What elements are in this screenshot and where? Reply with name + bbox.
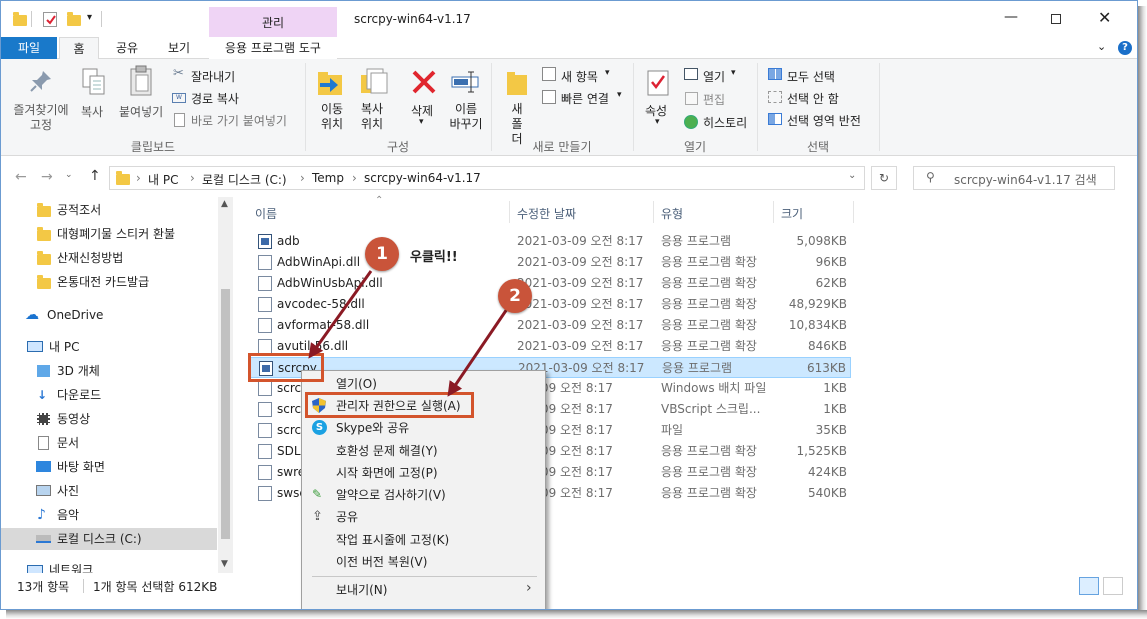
window-shadow xyxy=(6,610,1147,619)
window-shadow xyxy=(1138,6,1147,619)
step-badge-2: 2 xyxy=(498,279,532,313)
step-badge-1: 1 xyxy=(365,237,399,271)
annotation-arrows xyxy=(308,270,509,397)
explorer-window: ▾ 관리 scrcpy-win64-v1.17 — ✕ 파일 홈 공유 보기 응… xyxy=(0,0,1138,610)
annotation-right-click: 우클릭!! xyxy=(410,250,458,265)
